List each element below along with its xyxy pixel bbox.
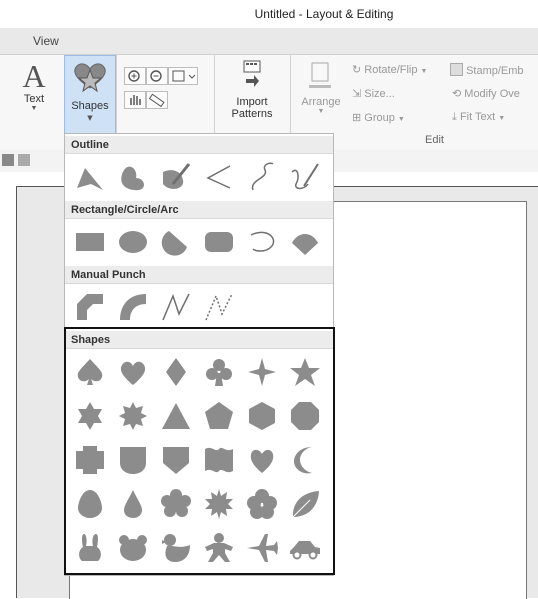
fan-shape-icon[interactable] (288, 225, 322, 259)
edit-group-label: Edit (425, 134, 444, 146)
rotate-icon: ↻ (352, 64, 362, 76)
group-icon: ⊞ (352, 112, 362, 124)
outline-polygon-icon[interactable] (73, 160, 107, 194)
chevron-down-icon: ▼ (498, 115, 506, 122)
outline-open-curve-icon[interactable] (245, 160, 279, 194)
size-button[interactable]: ⇲ Size... (352, 87, 395, 100)
text-button[interactable]: A Text ▼ (14, 59, 54, 112)
arc-icon[interactable] (159, 225, 193, 259)
shapes-heart-star-icon (74, 63, 106, 93)
outline-curve-icon[interactable] (116, 160, 150, 194)
modify-label: Modify Ove (464, 88, 520, 100)
ribbon-separator (116, 55, 117, 135)
text-a-icon: A (22, 58, 46, 94)
chevron-down-icon: ▼ (397, 116, 405, 123)
manual-punch-curve-icon[interactable] (116, 290, 150, 324)
resize-icon: ⇲ (352, 88, 362, 100)
rectangle-icon[interactable] (73, 225, 107, 259)
ribbon-separator (290, 55, 291, 135)
manual-punch-line-icon[interactable] (159, 290, 193, 324)
zoom-fit-dropdown[interactable] (168, 67, 198, 85)
import-label-1: Import (236, 96, 268, 108)
outline-freehand-icon[interactable] (288, 160, 322, 194)
shapes-highlight-frame (64, 327, 335, 575)
outline-open-line-icon[interactable] (202, 160, 236, 194)
view-mode-icon-2[interactable] (18, 154, 30, 166)
ribbon-separator (214, 55, 215, 135)
size-label: Size... (364, 88, 395, 100)
chevron-down-icon: ▼ (317, 108, 325, 115)
arrange-button[interactable]: Arrange ▼ (297, 59, 345, 115)
chevron-down-icon: ▼ (87, 114, 93, 122)
rotate-label: Rotate/Flip (364, 64, 418, 76)
manual-punch-dashed-line-icon[interactable] (202, 290, 236, 324)
outline-brush-icon[interactable] (159, 160, 193, 194)
arrange-icon (309, 62, 331, 88)
view-mode-icon[interactable] (2, 154, 14, 166)
shapes-button-label: Shapes (71, 100, 109, 112)
import-label-2: Patterns (231, 108, 273, 120)
window-title: Untitled - Layout & Editing (254, 7, 394, 21)
shapes-button[interactable]: Shapes ▼ (64, 55, 116, 135)
fit-text-icon: ⤓ (452, 111, 457, 123)
zoom-out-button[interactable] (146, 67, 168, 85)
fit-text-label: Fit Text (459, 111, 496, 123)
arrange-label: Arrange (301, 96, 341, 108)
modify-button[interactable]: ⟲ Modify Ove (452, 87, 520, 100)
group-button[interactable]: ⊞ Group ▼ (352, 111, 405, 124)
modify-icon: ⟲ (452, 88, 462, 100)
title-bar: Untitled - Layout & Editing (0, 0, 538, 28)
hand-icon (130, 95, 141, 105)
measure-button[interactable] (146, 91, 168, 109)
tab-view[interactable]: View (33, 34, 59, 48)
ruler-icon (148, 93, 165, 108)
zoom-out-icon (150, 70, 162, 82)
zoom-fit-icon (172, 70, 196, 82)
section-header-outline: Outline (65, 136, 333, 154)
ribbon-tab-bar: View (0, 28, 538, 55)
rotate-flip-button[interactable]: ↻ Rotate/Flip ▼ (352, 63, 427, 76)
manual-punch-block-icon[interactable] (73, 290, 107, 324)
stamp-button[interactable]: Stamp/Emb (450, 63, 524, 77)
import-icon (243, 60, 261, 87)
chevron-down-icon: ▼ (420, 68, 428, 75)
import-patterns-button[interactable]: Import Patterns (224, 59, 280, 120)
group-label: Group (364, 112, 395, 124)
fit-text-button[interactable]: ⤓ Fit Text ▼ (452, 111, 505, 124)
circle-icon[interactable] (116, 225, 150, 259)
zoom-in-button[interactable] (124, 67, 146, 85)
zoom-in-icon (128, 70, 140, 82)
stamp-icon (450, 63, 463, 76)
section-header-rectangle: Rectangle/Circle/Arc (65, 201, 333, 219)
section-header-manual-punch: Manual Punch (65, 266, 333, 284)
vertical-ruler (0, 186, 17, 598)
chevron-down-icon: ▼ (30, 105, 38, 112)
text-button-label: Text (23, 93, 45, 105)
arc-open-icon[interactable] (245, 225, 279, 259)
rounded-rectangle-icon[interactable] (202, 225, 236, 259)
pan-button[interactable] (124, 91, 146, 109)
stamp-label: Stamp/Emb (466, 65, 524, 77)
